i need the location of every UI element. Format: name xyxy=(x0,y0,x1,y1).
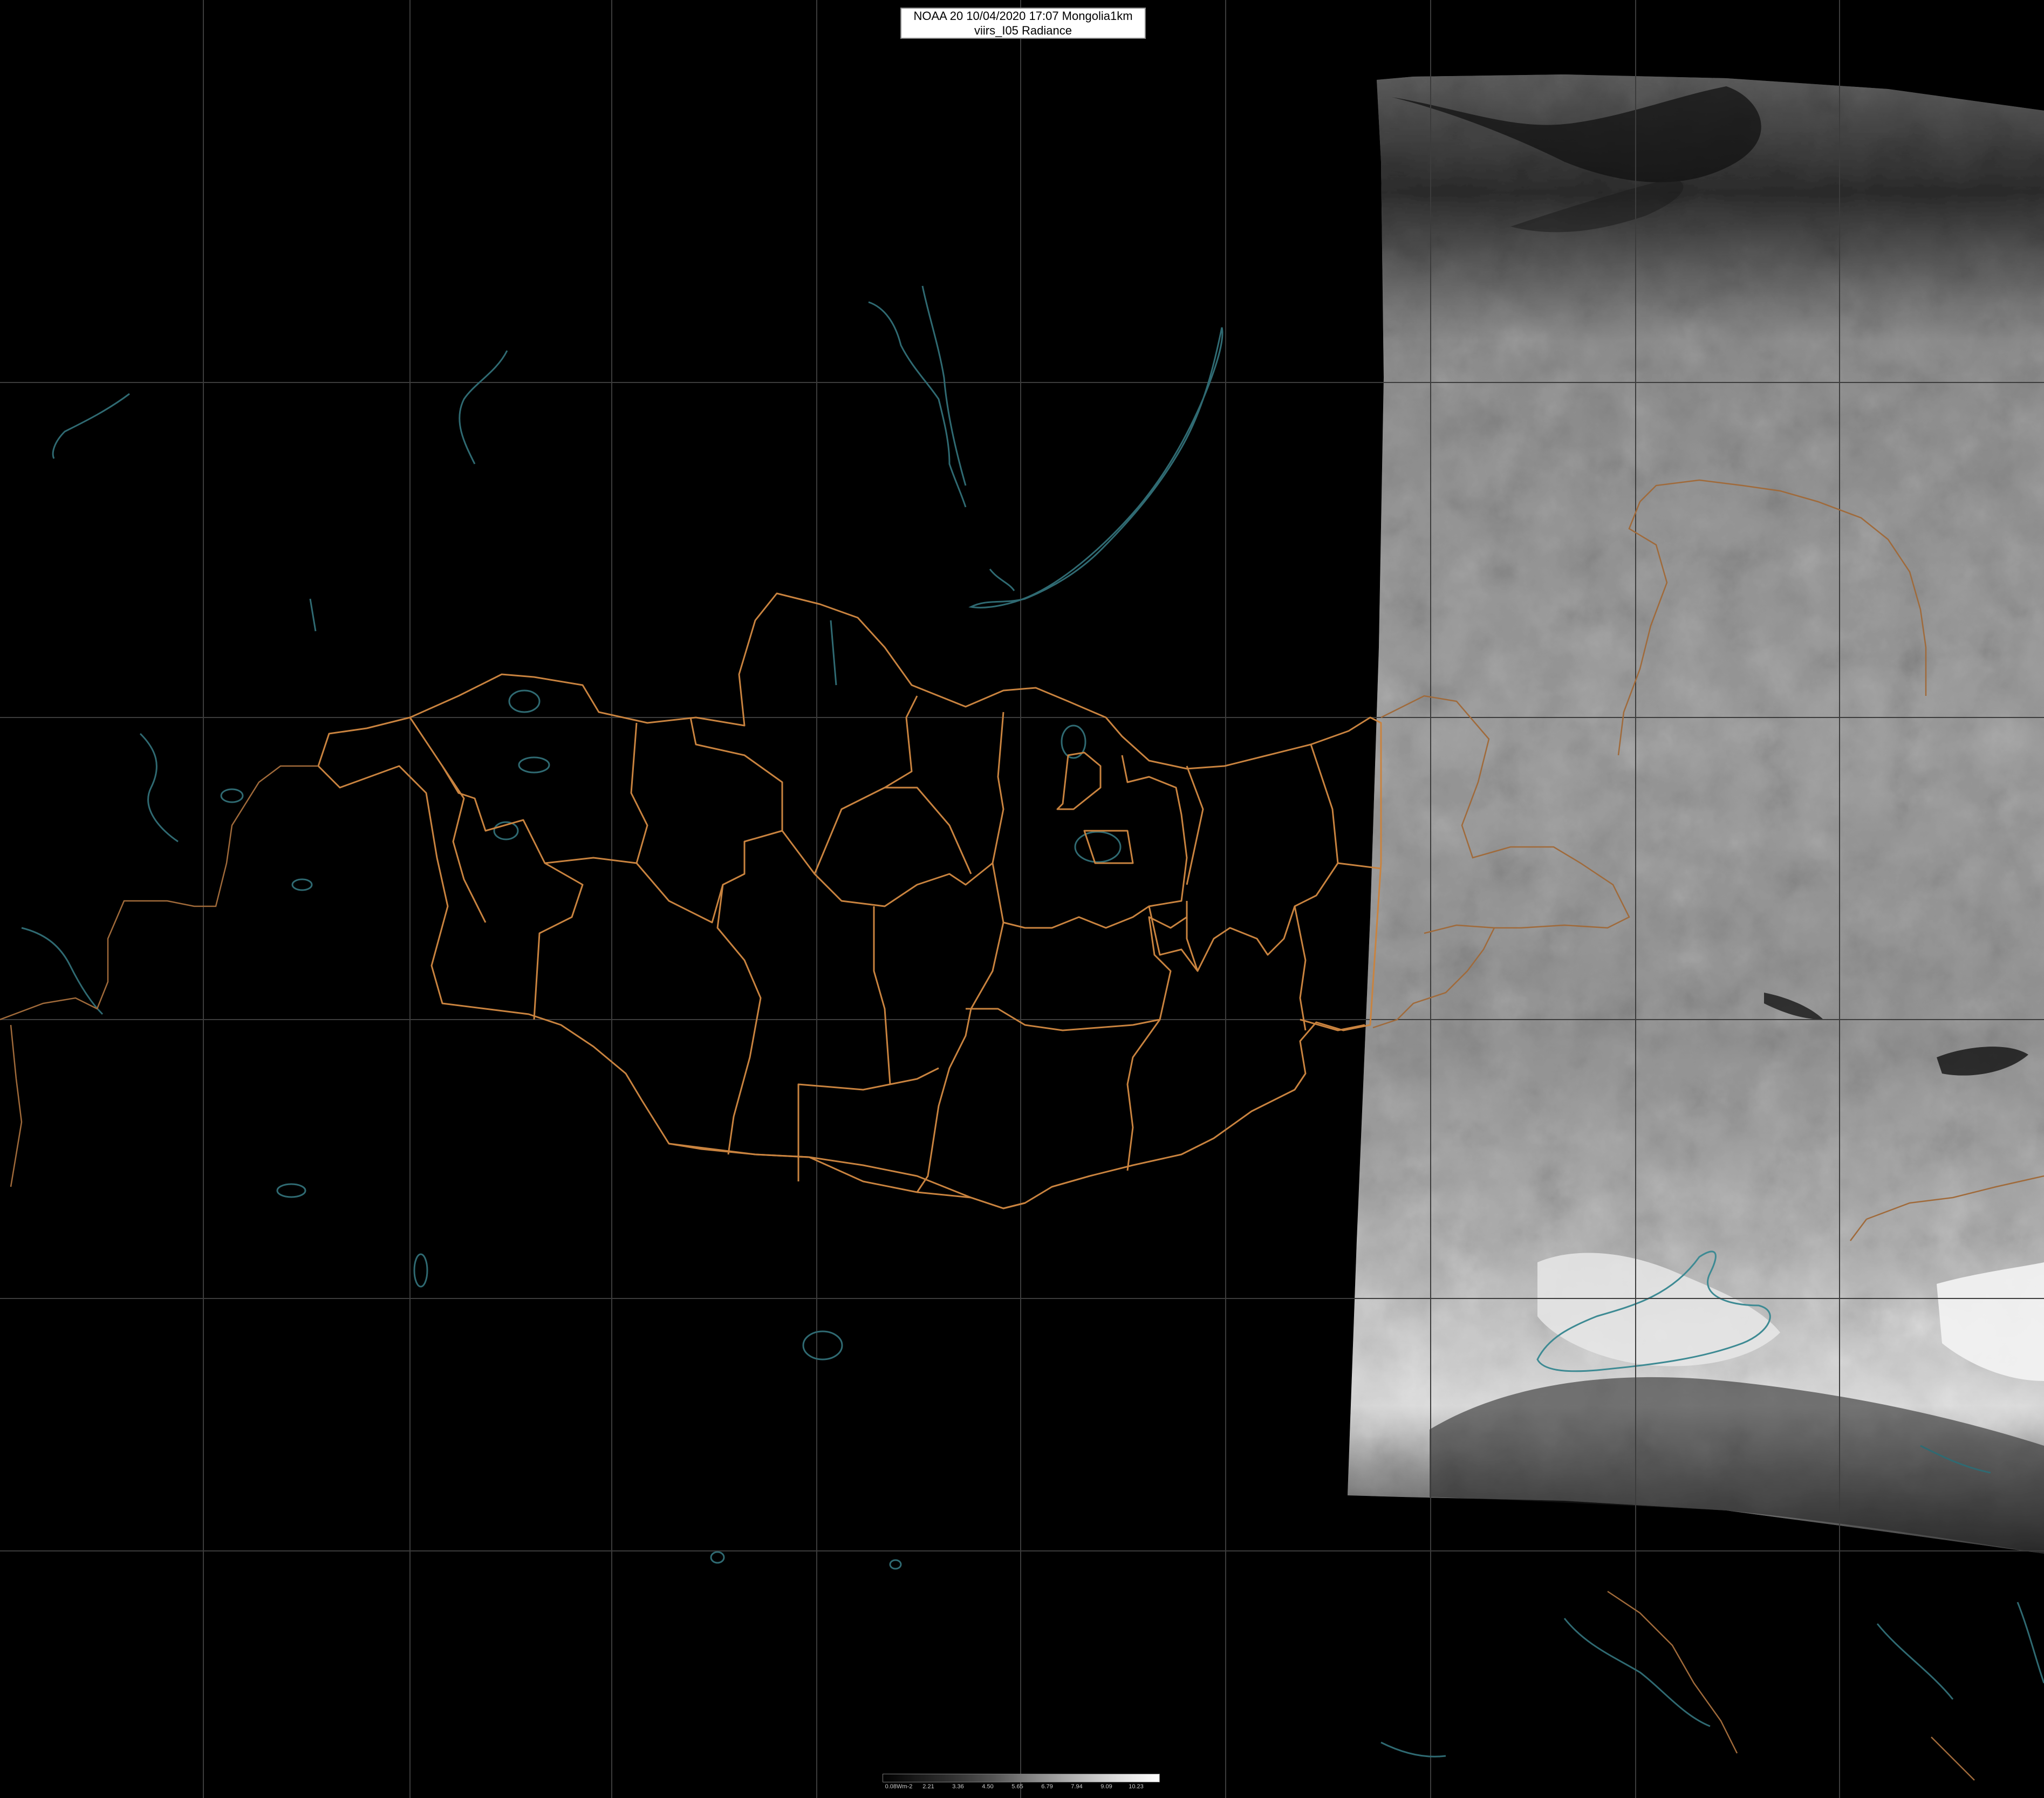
map-subtitle: viirs_I05 Radiance xyxy=(974,24,1072,37)
satellite-swath xyxy=(1348,74,2044,1554)
colorbar-label: 3.36 xyxy=(952,1783,964,1790)
colorbar-label: 6.79 xyxy=(1041,1783,1053,1790)
colorbar-label: 10.23 xyxy=(1129,1783,1144,1790)
colorbar-label: 9.09 xyxy=(1100,1783,1112,1790)
colorbar-gradient xyxy=(883,1774,1160,1782)
satellite-map xyxy=(0,0,2044,1798)
colorbar-labels: 0.08Wm-2 2.21 3.36 4.50 5.65 6.79 7.94 9… xyxy=(883,1783,1159,1791)
colorbar-label: 2.21 xyxy=(922,1783,934,1790)
map-title-box: NOAA 20 10/04/2020 17:07 Mongolia1km vii… xyxy=(900,8,1146,39)
colorbar-label: 4.50 xyxy=(982,1783,994,1790)
colorbar: 0.08Wm-2 2.21 3.36 4.50 5.65 6.79 7.94 9… xyxy=(883,1774,1160,1792)
colorbar-label: 0.08Wm-2 xyxy=(885,1783,913,1790)
colorbar-label: 7.94 xyxy=(1071,1783,1083,1790)
colorbar-label: 5.65 xyxy=(1011,1783,1023,1790)
map-title: NOAA 20 10/04/2020 17:07 Mongolia1km xyxy=(913,9,1133,23)
